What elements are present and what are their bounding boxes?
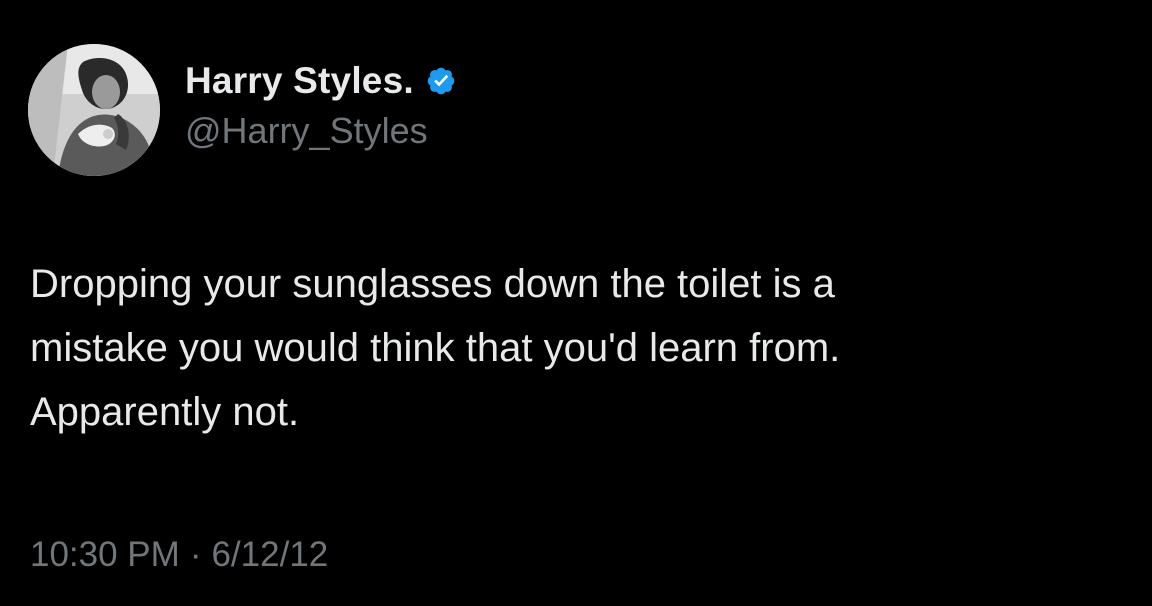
display-name[interactable]: Harry Styles.	[185, 60, 414, 102]
tweet-timestamp[interactable]: 10:30 PM · 6/12/12	[30, 535, 328, 575]
avatar[interactable]	[28, 44, 160, 176]
tweet-date: 6/12/12	[211, 535, 329, 574]
timestamp-separator: ·	[189, 535, 202, 574]
tweet-time: 10:30 PM	[30, 535, 180, 574]
verified-badge-icon[interactable]	[422, 62, 460, 100]
tweet-text-line: Apparently not.	[30, 390, 300, 434]
profile-photo	[28, 44, 160, 176]
tweet-card: Harry Styles. @Harry_Styles Dropping you…	[0, 0, 1152, 606]
tweet-text-line: mistake you would think that you'd learn…	[30, 326, 841, 370]
author-handle[interactable]: @Harry_Styles	[185, 110, 428, 152]
author-name-row: Harry Styles.	[185, 58, 460, 104]
tweet-text-line: Dropping your sunglasses down the toilet…	[30, 262, 835, 306]
tweet-text: Dropping your sunglasses down the toilet…	[30, 252, 1130, 444]
